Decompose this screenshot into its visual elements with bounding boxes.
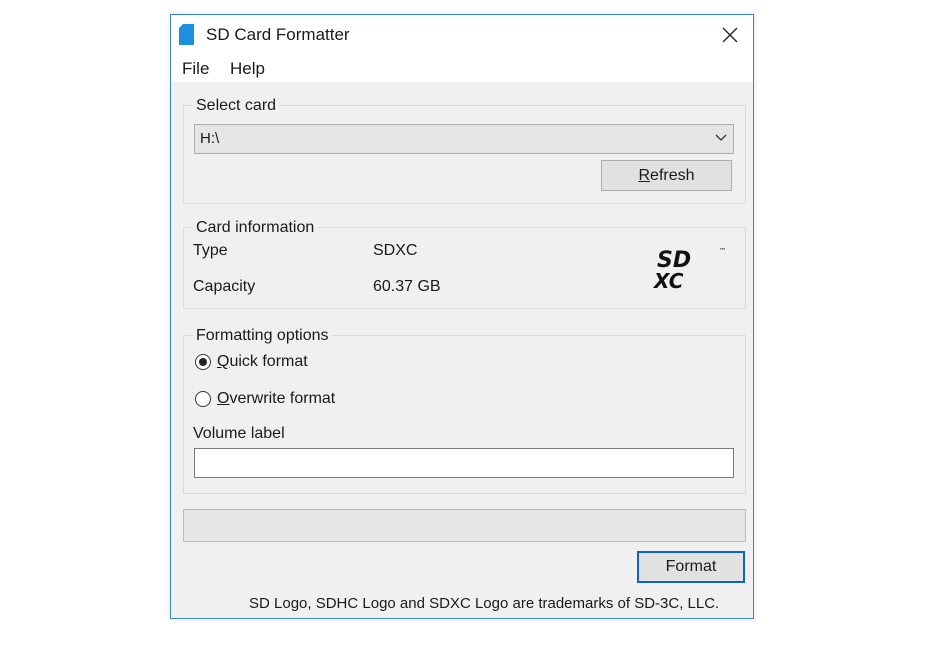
card-information-legend: Card information (193, 219, 318, 237)
card-select-dropdown[interactable]: H:\ (194, 124, 734, 154)
menu-bar: File Help (171, 55, 753, 82)
menu-file[interactable]: File (182, 59, 209, 79)
close-icon (722, 27, 738, 43)
close-button[interactable] (707, 15, 753, 55)
radio-selected-dot (199, 358, 207, 366)
overwrite-format-label[interactable]: Overwrite format (217, 390, 335, 408)
svg-text:™: ™ (719, 247, 726, 255)
sd-card-formatter-window: SD Card Formatter File Help Select card … (170, 14, 754, 619)
sd-card-app-icon (179, 24, 194, 45)
refresh-button[interactable]: Refresh (601, 160, 732, 191)
format-button[interactable]: Format (637, 551, 745, 583)
volume-label-label: Volume label (193, 425, 285, 442)
refresh-label: Refresh (638, 166, 695, 184)
window-title: SD Card Formatter (206, 25, 350, 44)
quick-format-radio[interactable] (195, 354, 211, 370)
selected-drive: H:\ (200, 130, 220, 147)
svg-text:XC: XC (652, 269, 684, 293)
sdxc-logo: SD XC ™ (652, 247, 726, 293)
capacity-label: Capacity (193, 278, 256, 295)
formatting-options-legend: Formatting options (193, 327, 332, 345)
capacity-value: 60.37 GB (373, 278, 441, 295)
format-progress-bar (183, 509, 746, 542)
menu-help[interactable]: Help (230, 59, 265, 79)
trademark-notice: SD Logo, SDHC Logo and SDXC Logo are tra… (249, 595, 720, 612)
type-value: SDXC (373, 242, 418, 259)
select-card-legend: Select card (193, 97, 280, 115)
overwrite-format-radio[interactable] (195, 391, 211, 407)
title-bar[interactable]: SD Card Formatter (171, 15, 753, 55)
quick-format-label[interactable]: Quick format (217, 353, 308, 371)
chevron-down-icon (715, 134, 727, 141)
type-label: Type (193, 242, 228, 259)
volume-label-input[interactable] (194, 448, 734, 478)
